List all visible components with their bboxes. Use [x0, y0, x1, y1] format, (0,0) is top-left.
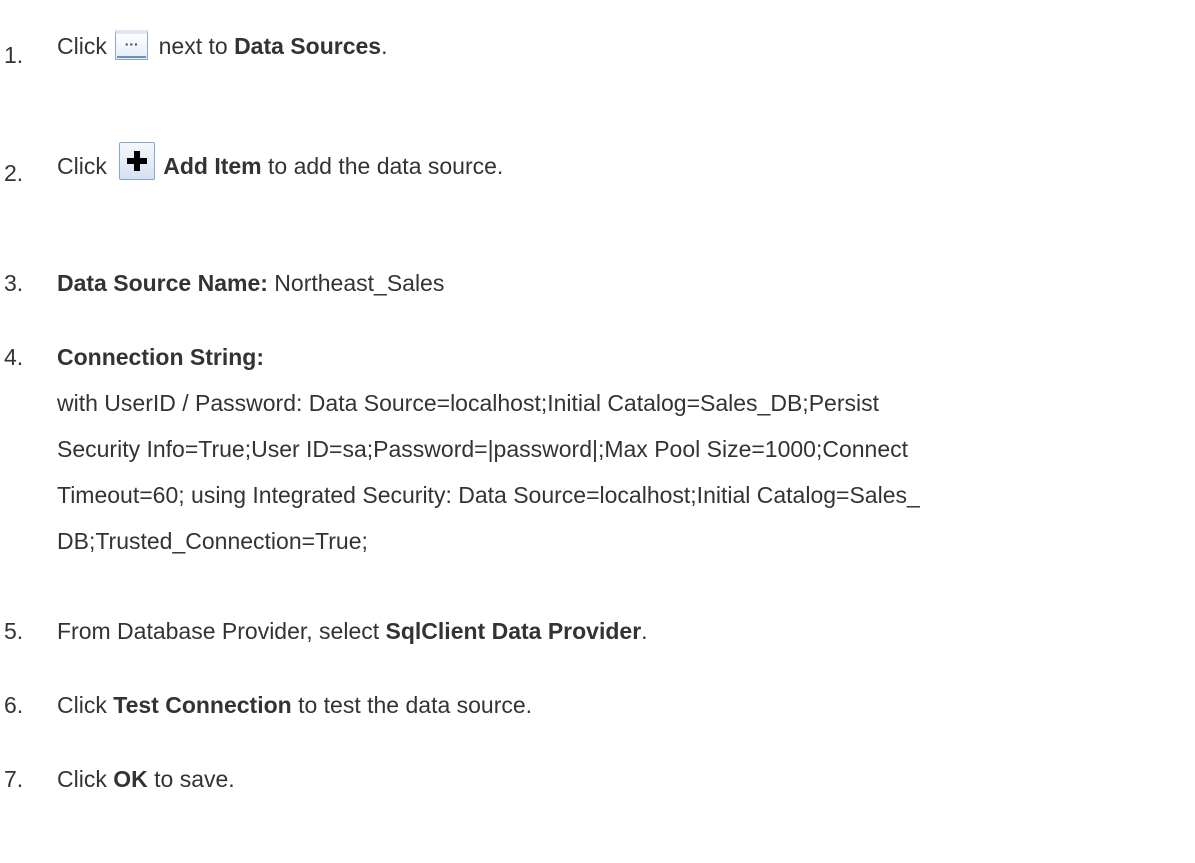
step-text: From Database Provider, select SqlClient… — [57, 618, 648, 645]
step-text-post: . — [381, 33, 388, 59]
ellipsis-button-icon: ··· — [115, 30, 149, 60]
step-heading: Connection String: — [57, 344, 264, 371]
step-text-bold: Add Item — [163, 153, 262, 179]
connection-string-line: DB;Trusted_Connection=True; — [57, 528, 368, 554]
step-text: Click Add Item to add the data source. — [57, 142, 503, 180]
step-text-bold: Test Connection — [113, 692, 292, 718]
step-text-pre: From Database Provider, select — [57, 618, 386, 644]
step-text-mid: next to — [158, 33, 235, 59]
step-text: Click Test Connection to test the data s… — [57, 692, 532, 719]
connection-string-line: with UserID / Password: Data Source=loca… — [57, 390, 879, 416]
step-text-bold: SqlClient Data Provider — [385, 618, 642, 644]
step-text-bold: OK — [113, 766, 148, 792]
step-text-post: to test the data source. — [291, 692, 533, 718]
step-number: 1. — [4, 42, 24, 68]
step-text-post: . — [641, 618, 648, 644]
step-text-pre: Click — [57, 33, 107, 59]
add-item-plus-icon — [119, 142, 156, 180]
step-text: Data Source Name: Northeast_Sales — [57, 270, 444, 297]
step-text-pre: Click — [57, 153, 107, 179]
step-number: 6. — [4, 692, 24, 718]
step-text: Click ··· next to Data Sources. — [57, 30, 387, 60]
step-text: Click OK to save. — [57, 766, 235, 793]
step-text-pre: Click — [57, 692, 114, 718]
step-text-post: to save. — [147, 766, 235, 792]
step-text-bold: Data Sources — [234, 33, 382, 59]
connection-string-line: Security Info=True;User ID=sa;Password=|… — [57, 436, 909, 462]
step-number: 7. — [4, 766, 24, 792]
step-text-bold: Data Source Name: — [57, 270, 268, 296]
step-number: 4. — [4, 344, 24, 370]
step-text-pre: Click — [57, 766, 114, 792]
step-text-post: to add the data source. — [261, 153, 504, 179]
step-text-post: Northeast_Sales — [267, 270, 445, 296]
step-text-bold: Connection String: — [57, 344, 264, 370]
step-number: 5. — [4, 618, 24, 644]
step-number: 3. — [4, 270, 24, 296]
step-number: 2. — [4, 160, 24, 186]
connection-string-line: Timeout=60; using Integrated Security: D… — [57, 482, 920, 508]
